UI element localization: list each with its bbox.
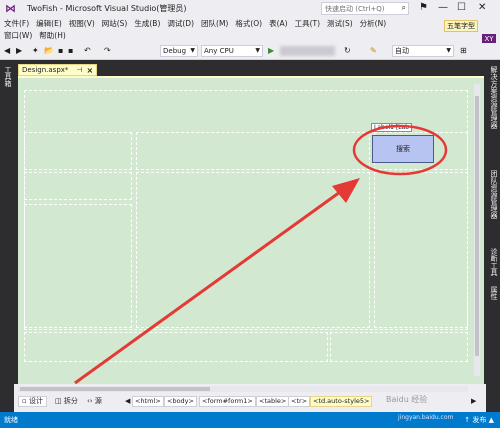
scroll-thumb[interactable] [20, 387, 210, 391]
publish-button[interactable]: ↑ 发布 ▲ [464, 415, 494, 425]
undo-icon[interactable]: ↶ [84, 46, 91, 55]
visual-studio-logo-icon: ⋈ [5, 1, 16, 15]
breadcrumb-td[interactable]: <td.auto-style5> [310, 396, 373, 407]
properties-tab[interactable]: 属性 [489, 286, 499, 300]
chevron-down-icon: ▼ [446, 47, 451, 54]
breadcrumb-html[interactable]: <html> [132, 396, 164, 407]
design-surface[interactable] [18, 78, 484, 384]
title-bar: ⋈ TwoFish - Microsoft Visual Studio(管理员)… [0, 0, 500, 17]
close-icon[interactable]: ✕ [478, 2, 486, 13]
new-project-icon[interactable]: ✦ [32, 46, 39, 55]
chevron-down-icon: ▼ [190, 47, 195, 54]
table-cell[interactable] [24, 332, 328, 362]
menu-bar: 文件(F) 编辑(E) 视图(V) 网站(S) 生成(B) 调试(D) 团队(M) 格式(O)… [0, 17, 500, 45]
breadcrumb-body[interactable]: <body> [164, 396, 197, 407]
menu-item[interactable]: 分析(N) [360, 18, 386, 29]
save-icon[interactable]: ▪ [58, 46, 63, 55]
chevron-down-icon: ▼ [255, 47, 260, 54]
design-view-label: 设计 [28, 397, 43, 405]
open-file-icon[interactable]: 📂 [44, 46, 54, 55]
vertical-scrollbar[interactable] [474, 84, 480, 376]
window-title: TwoFish - Microsoft Visual Studio(管理员) [27, 4, 187, 13]
back-icon[interactable]: ◀ [4, 46, 10, 55]
breadcrumb-forward-icon[interactable]: ▶ [468, 396, 479, 407]
menu-item[interactable]: 测试(S) [327, 18, 353, 29]
table-cell[interactable] [330, 332, 468, 362]
standard-toolbar: ◀ ▶ ✦ 📂 ▪ ▪ ↶ ↷ Debug ▼ Any CPU ▼ ▶ ↻ ✎ … [0, 43, 500, 60]
layout-select[interactable]: 自动 ▼ [392, 45, 454, 57]
baidu-watermark-url: jingyan.baidu.com [398, 414, 454, 421]
quick-launch-placeholder: 快速启动 (Ctrl+Q) [325, 4, 385, 13]
browser-link-icon[interactable]: ✎ [370, 46, 377, 55]
table-cell[interactable] [136, 172, 370, 328]
horizontal-scrollbar[interactable] [18, 386, 468, 392]
table-cell[interactable] [24, 132, 132, 170]
menu-item[interactable]: 帮助(H) [39, 30, 66, 41]
tab-split-view[interactable]: ◫ 拆分 [52, 396, 81, 407]
close-tab-icon[interactable]: × [87, 66, 94, 75]
menu-item[interactable]: 编辑(E) [36, 18, 62, 29]
breadcrumb-table[interactable]: <table> [256, 396, 290, 407]
toolbar-overflow-icon[interactable]: ⊞ [460, 46, 467, 55]
sign-in-link[interactable]: 五笔字型 [444, 20, 478, 32]
tab-source-view[interactable]: ‹› 源 [84, 396, 105, 407]
maximize-icon[interactable]: ☐ [457, 2, 466, 13]
table-cell[interactable] [136, 132, 370, 170]
forward-icon[interactable]: ▶ [16, 46, 22, 55]
solution-config-value: Debug [163, 47, 187, 55]
table-cell[interactable] [374, 172, 468, 328]
menu-item[interactable]: 表(A) [269, 18, 287, 29]
menu-item[interactable]: 工具(T) [295, 18, 320, 29]
breadcrumb-tr[interactable]: <tr> [288, 396, 311, 407]
scroll-thumb[interactable] [475, 96, 479, 356]
solution-config-select[interactable]: Debug ▼ [160, 45, 198, 57]
table-cell[interactable] [24, 204, 132, 328]
source-view-label: 源 [94, 397, 102, 405]
menu-row-secondary: 窗口(W) 帮助(H) [4, 30, 73, 41]
left-tool-strip: 工具箱 [0, 60, 14, 412]
breadcrumb-form[interactable]: <form#form1> [199, 396, 256, 407]
menu-item[interactable]: 团队(M) [201, 18, 228, 29]
solution-explorer-tab[interactable]: 解决方案资源管理器 [489, 66, 499, 129]
refresh-icon[interactable]: ↻ [344, 46, 351, 55]
notification-flag-icon[interactable]: ⚑ [419, 2, 428, 13]
tab-design-aspx[interactable]: Design.aspx* ⊣ × [18, 64, 98, 76]
tab-label: Design.aspx* [22, 66, 69, 74]
blurred-browser-name [280, 46, 335, 56]
menu-item[interactable]: 网站(S) [102, 18, 128, 29]
status-text: 就绪 [4, 416, 18, 424]
save-all-icon[interactable]: ▪ [68, 46, 73, 55]
table-cell[interactable] [24, 172, 132, 200]
split-view-label: 拆分 [63, 397, 78, 405]
menu-item[interactable]: 窗口(W) [4, 30, 32, 41]
team-explorer-tab[interactable]: 团队资源管理器 [489, 170, 499, 219]
platform-select[interactable]: Any CPU ▼ [201, 45, 263, 57]
tab-design-view[interactable]: ▫ 设计 [18, 396, 47, 407]
baidu-watermark: Baidu 经验 [386, 395, 428, 404]
pin-icon[interactable]: ⊣ [76, 66, 82, 74]
layout-value: 自动 [395, 47, 409, 55]
right-tool-strip: 解决方案资源管理器 团队资源管理器 诊断工具 属性 [486, 60, 500, 412]
minimize-icon[interactable]: — [438, 2, 448, 13]
menu-item[interactable]: 文件(F) [4, 18, 29, 29]
menu-item[interactable]: 视图(V) [69, 18, 95, 29]
platform-value: Any CPU [204, 47, 234, 55]
quick-launch-input[interactable]: 快速启动 (Ctrl+Q) ⌕ [321, 2, 409, 15]
toolbox-tab[interactable]: 工具箱 [3, 66, 13, 87]
diagnostic-tools-tab[interactable]: 诊断工具 [489, 248, 499, 276]
search-icon: ⌕ [401, 3, 406, 12]
label-control[interactable]: Label1 [Lab [371, 123, 413, 132]
menu-item[interactable]: 调试(D) [167, 18, 194, 29]
menu-item[interactable]: 生成(B) [134, 18, 160, 29]
start-debug-icon[interactable]: ▶ [268, 46, 274, 55]
redo-icon[interactable]: ↷ [104, 46, 111, 55]
menu-row-main: 文件(F) 编辑(E) 视图(V) 网站(S) 生成(B) 调试(D) 团队(M) 格式(O)… [4, 18, 393, 29]
menu-item[interactable]: 格式(O) [235, 18, 262, 29]
search-button[interactable]: 搜索 [372, 135, 434, 163]
